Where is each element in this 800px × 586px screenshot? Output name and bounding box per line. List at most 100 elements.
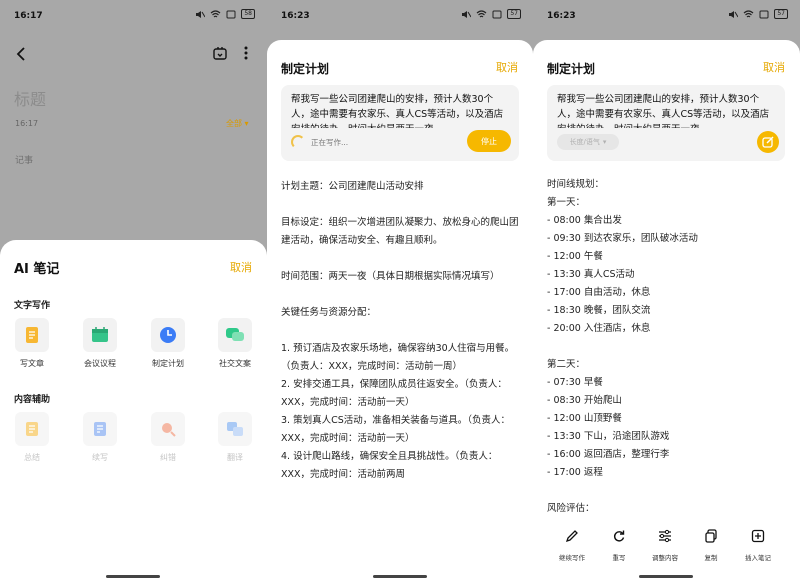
status-bar: 16:17 58 xyxy=(0,0,267,34)
content-line: - 08:00 集合出发 xyxy=(547,215,622,226)
caret-down-icon: ▾ xyxy=(244,119,249,128)
status-bar: 16:23 57 xyxy=(267,0,533,34)
content-line: - 17:00 返程 xyxy=(547,467,603,478)
action-label: 重写 xyxy=(612,554,626,562)
pencil-icon xyxy=(565,530,578,543)
tool-label: 写文章 xyxy=(20,359,44,368)
status-time: 16:17 xyxy=(14,11,43,21)
rewrite-button[interactable]: 重写 xyxy=(594,528,644,562)
more-vertical-icon[interactable] xyxy=(238,45,254,61)
tool-label: 制定计划 xyxy=(152,359,184,368)
copy-button[interactable]: 复制 xyxy=(686,528,736,562)
folder-label: 全部 xyxy=(226,119,242,128)
document-pen-icon xyxy=(15,318,49,352)
content-line: - 17:00 自由活动，休息 xyxy=(547,287,651,298)
length-tone-chip[interactable]: 长度/语气 ▾ xyxy=(557,134,619,150)
content-line: 1. 预订酒店及农家乐场地，确保容纳30人住宿与用餐。（负责人：XXX，完成时间… xyxy=(281,343,515,372)
content-line: - 07:30 早餐 xyxy=(547,377,603,388)
section-title-writing: 文字写作 xyxy=(14,301,51,311)
ai-notes-sheet: AI 笔记 取消 文字写作 写文章 会议议程 制定计划 社交文案 内容辅助 总结… xyxy=(0,240,267,586)
prompt-box[interactable]: 帮我写一些公司团建爬山的安排，预计人数30个人，途中需要有农家乐、真人CS等活动… xyxy=(281,85,519,161)
tool-continue[interactable]: 续写 xyxy=(76,412,124,463)
refresh-icon xyxy=(613,530,625,542)
content-line: - 16:00 返回酒店，整理行李 xyxy=(547,449,670,460)
battery-indicator: 57 xyxy=(507,9,521,19)
tool-label: 纠错 xyxy=(160,453,176,462)
content-line: 第一天： xyxy=(547,197,586,208)
content-line: - 08:30 开始爬山 xyxy=(547,395,622,406)
loading-spinner-icon xyxy=(291,135,305,149)
status-time: 16:23 xyxy=(281,11,310,21)
home-indicator[interactable] xyxy=(639,575,693,578)
tool-label: 社交文案 xyxy=(219,359,251,368)
sim-icon xyxy=(492,10,502,18)
ai-notes-screen: 16:17 58 标题 16:17 全部 ▾ 记事 AI 笔记 取消 文字写作 … xyxy=(0,0,267,586)
wifi-icon xyxy=(476,9,487,17)
content-line: - 18:30 晚餐，团队交流 xyxy=(547,305,651,316)
tool-translate[interactable]: 翻译 xyxy=(211,412,259,463)
home-indicator[interactable] xyxy=(106,575,160,578)
mute-icon xyxy=(196,10,206,18)
content-line: 4. 设计爬山路线，确保安全且具挑战性。（负责人：XXX，完成时间：活动前两周 xyxy=(281,451,498,480)
generated-plan-content: 时间线规划： 第一天： - 08:00 集合出发 - 09:30 到达农家乐，团… xyxy=(547,176,787,518)
tool-make-plan[interactable]: 制定计划 xyxy=(144,318,192,369)
tool-social-copy[interactable]: 社交文案 xyxy=(211,318,259,369)
cancel-button[interactable]: 取消 xyxy=(230,259,252,275)
insert-note-button[interactable]: 插入笔记 xyxy=(733,528,783,562)
cancel-button[interactable]: 取消 xyxy=(496,59,518,75)
tool-label: 会议议程 xyxy=(84,359,116,368)
continue-write-icon xyxy=(83,412,117,446)
prompt-text: 帮我写一些公司团建爬山的安排，预计人数30个人，途中需要有农家乐、真人CS等活动… xyxy=(557,94,770,128)
caret-down-icon: ▾ xyxy=(602,138,607,146)
action-label: 调整内容 xyxy=(652,554,678,562)
sim-icon xyxy=(226,10,236,18)
status-time: 16:23 xyxy=(547,11,576,21)
content-line: - 09:30 到达农家乐，团队破冰活动 xyxy=(547,233,698,244)
share-icon[interactable] xyxy=(212,45,228,61)
tool-proofread[interactable]: 纠错 xyxy=(144,412,192,463)
content-line: - 12:00 午餐 xyxy=(547,251,603,262)
action-label: 继续写作 xyxy=(559,554,585,562)
content-line: 时间线规划： xyxy=(547,179,605,190)
battery-indicator: 58 xyxy=(241,9,255,19)
tool-label: 续写 xyxy=(92,453,108,462)
mute-icon xyxy=(729,10,739,18)
note-title-field[interactable]: 标题 xyxy=(14,86,46,110)
adjust-content-button[interactable]: 调整内容 xyxy=(640,528,690,562)
section-title-assist: 内容辅助 xyxy=(14,395,51,405)
home-indicator[interactable] xyxy=(373,575,427,578)
edit-icon xyxy=(762,136,774,148)
stop-button[interactable]: 停止 xyxy=(467,130,511,152)
writing-status: 正在写作... xyxy=(291,135,348,149)
prompt-box[interactable]: 帮我写一些公司团建爬山的安排，预计人数30个人，途中需要有农家乐、真人CS等活动… xyxy=(547,85,785,161)
note-editor: 标题 16:17 全部 ▾ 记事 xyxy=(0,34,267,244)
plan-sheet: 制定计划 取消 帮我写一些公司团建爬山的安排，预计人数30个人，途中需要有农家乐… xyxy=(267,40,533,586)
tool-label: 翻译 xyxy=(227,453,243,462)
proofread-icon xyxy=(151,412,185,446)
content-line: - 12:00 山顶野餐 xyxy=(547,413,622,424)
content-line: 计划主题：公司团建爬山活动安排 xyxy=(281,181,424,192)
length-tone-label: 长度/语气 xyxy=(569,138,600,146)
content-line: 目标设定：组织一次增进团队凝聚力、放松身心的爬山团建活动，确保活动安全、有趣且顺… xyxy=(281,217,519,246)
status-icons: 57 xyxy=(461,9,521,19)
edit-prompt-button[interactable] xyxy=(757,131,779,153)
content-line: - 13:30 下山，沿途团队游戏 xyxy=(547,431,670,442)
note-timestamp: 16:17 xyxy=(15,119,39,128)
tool-summary[interactable]: 总结 xyxy=(8,412,56,463)
cancel-button[interactable]: 取消 xyxy=(763,59,785,75)
tool-label: 总结 xyxy=(24,453,40,462)
summary-icon xyxy=(15,412,49,446)
plan-writing-screen: 16:23 57 制定计划 取消 帮我写一些公司团建爬山的安排，预计人数30个人… xyxy=(267,0,533,586)
tool-meeting-agenda[interactable]: 会议议程 xyxy=(76,318,124,369)
sheet-title: AI 笔记 xyxy=(14,262,60,277)
folder-selector[interactable]: 全部 ▾ xyxy=(226,118,249,129)
action-bar: 继续写作 重写 调整内容 复制 插入笔记 xyxy=(533,528,800,568)
sim-icon xyxy=(759,10,769,18)
tool-write-article[interactable]: 写文章 xyxy=(8,318,56,369)
back-arrow-icon[interactable] xyxy=(14,46,30,62)
action-label: 插入笔记 xyxy=(745,554,771,562)
continue-writing-button[interactable]: 继续写作 xyxy=(547,528,597,562)
plan-sheet: 制定计划 取消 帮我写一些公司团建爬山的安排，预计人数30个人，途中需要有农家乐… xyxy=(533,40,800,586)
prompt-text: 帮我写一些公司团建爬山的安排，预计人数30个人，途中需要有农家乐、真人CS等活动… xyxy=(291,94,504,128)
note-body-field[interactable]: 记事 xyxy=(15,153,33,166)
